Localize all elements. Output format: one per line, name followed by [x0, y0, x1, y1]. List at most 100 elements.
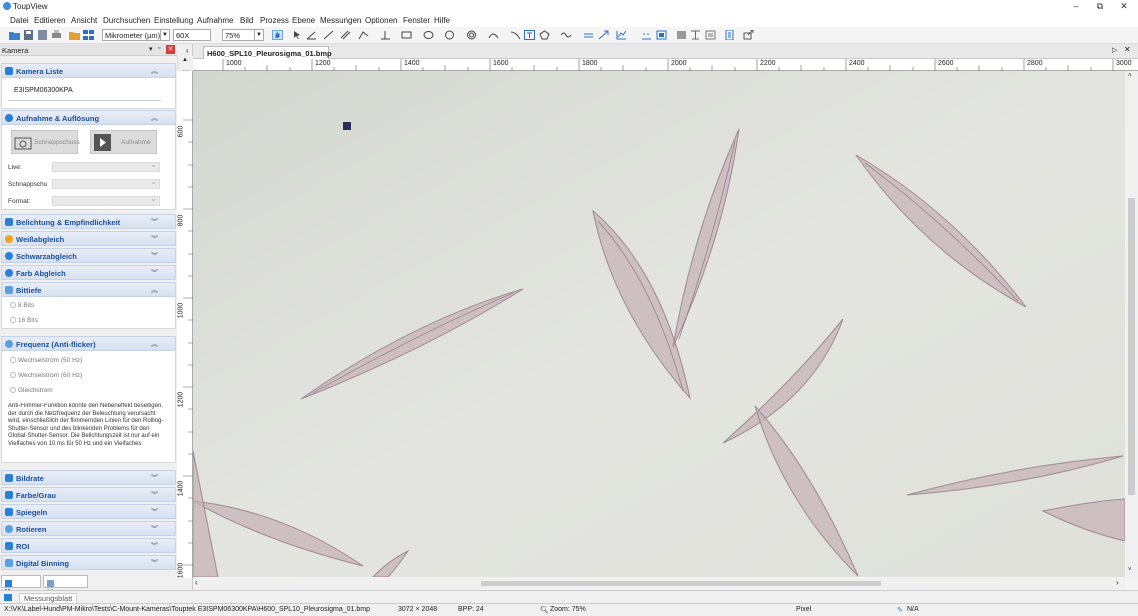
chevron-left-icon[interactable]: ‹: [186, 46, 189, 55]
format-label: Format:: [8, 198, 31, 205]
chevron-down-icon: ︾: [151, 526, 158, 533]
scale-bar-icon[interactable]: [583, 30, 594, 40]
section-color-balance[interactable]: Farb Abgleich ︾: [1, 265, 176, 280]
circle-icon[interactable]: [444, 30, 455, 40]
pan-hand-icon[interactable]: [272, 30, 283, 40]
close-button[interactable]: ✕: [1111, 0, 1137, 13]
section-mirror[interactable]: Spiegeln ︾: [1, 504, 176, 519]
radio-8bit[interactable]: 8 Bits: [10, 302, 34, 309]
section-frequency[interactable]: Frequenz (Anti-flicker) ︽: [1, 336, 176, 351]
section-roi[interactable]: ROI ︾: [1, 538, 176, 553]
canvas-vertical-scrollbar[interactable]: ˄ ˅: [1125, 71, 1138, 578]
scrollbar-thumb[interactable]: [1128, 198, 1135, 495]
live-resolution-select[interactable]: [52, 160, 160, 172]
tab-camera[interactable]: Kamera: [1, 575, 41, 596]
menu-fenster[interactable]: Fenster: [403, 16, 430, 25]
scroll-left-icon[interactable]: ‹: [195, 578, 198, 587]
menu-aufnahme[interactable]: Aufnahme: [197, 16, 233, 25]
menu-hilfe[interactable]: Hilfe: [434, 16, 450, 25]
maximize-button[interactable]: ⧉: [1087, 0, 1113, 13]
section-white-balance[interactable]: Weißabgleich ︾: [1, 231, 176, 246]
radio-60hz[interactable]: Wechselstrom (60 Hz): [10, 372, 82, 379]
snapshot-resolution-select[interactable]: [52, 177, 160, 189]
menu-ansicht[interactable]: Ansicht: [71, 16, 97, 25]
section-rotate[interactable]: Rotieren ︾: [1, 521, 176, 536]
binning-icon: [5, 559, 13, 567]
open-folder-icon[interactable]: [9, 30, 20, 40]
export-icon[interactable]: [743, 30, 754, 40]
browse-folder-icon[interactable]: [69, 30, 80, 40]
zoom-select[interactable]: 75% ▼: [222, 29, 264, 41]
close-panel-icon[interactable]: ✕: [166, 45, 175, 54]
angle-icon[interactable]: [306, 30, 317, 40]
curve-icon[interactable]: [510, 30, 521, 40]
camera-list-item[interactable]: E3ISPM06300KPA: [14, 87, 73, 94]
unit-select[interactable]: Mikrometer (µm) ▼: [102, 29, 170, 41]
calibration-icon[interactable]: [616, 30, 627, 40]
scroll-down-icon[interactable]: ˅: [1128, 567, 1132, 573]
menu-prozess[interactable]: Prozess: [260, 16, 289, 25]
section-exposure[interactable]: Belichtung & Empfindlichkeit ︾: [1, 214, 176, 229]
layer-icon[interactable]: [656, 30, 667, 40]
menu-einstellung[interactable]: Einstellung: [154, 16, 193, 25]
snapshot-button[interactable]: Schnappschuss: [11, 130, 80, 154]
measure-table-icon[interactable]: [641, 30, 652, 40]
tab-list-icon[interactable]: ▷: [1112, 46, 1117, 54]
section-framerate[interactable]: Bildrate ︾: [1, 470, 176, 485]
menu-optionen[interactable]: Optionen: [365, 16, 397, 25]
polyline-icon[interactable]: [358, 30, 369, 40]
list-icon[interactable]: [705, 30, 716, 40]
chevron-down-icon: ︾: [151, 236, 158, 243]
ellipse-icon[interactable]: [423, 30, 434, 40]
select-arrow-icon[interactable]: [292, 30, 303, 40]
pin-icon[interactable]: ▫: [158, 45, 160, 52]
close-document-icon[interactable]: ✕: [1124, 45, 1131, 54]
tab-measurement[interactable]: Messung: [43, 575, 88, 596]
perpendicular-icon[interactable]: [380, 30, 391, 40]
chevron-up-icon: ︽: [151, 68, 158, 75]
save-all-icon[interactable]: [37, 30, 48, 40]
menu-messungen[interactable]: Messungen: [320, 16, 361, 25]
section-capture[interactable]: Aufnahme & Auflösung ︽: [1, 110, 176, 125]
radio-dc[interactable]: Gleichstrom: [10, 387, 53, 394]
parallel-icon[interactable]: [340, 30, 351, 40]
menu-editieren[interactable]: Editieren: [34, 16, 66, 25]
canvas-horizontal-scrollbar[interactable]: ‹ ›: [193, 578, 1125, 589]
menu-durchsuchen[interactable]: Durchsuchen: [103, 16, 150, 25]
annulus-icon[interactable]: [466, 30, 477, 40]
magnification-select[interactable]: 60X: [173, 29, 211, 41]
merge-icon[interactable]: [676, 30, 687, 40]
line-icon[interactable]: [323, 30, 334, 40]
scrollbar-thumb[interactable]: [481, 581, 881, 586]
radio-50hz[interactable]: Wechselstrom (50 Hz): [10, 357, 82, 364]
radio-16bit[interactable]: 16 Bits: [10, 317, 38, 324]
align-icon[interactable]: [690, 30, 701, 40]
minimize-button[interactable]: –: [1063, 0, 1089, 13]
image-canvas[interactable]: [193, 71, 1125, 577]
scroll-up-icon[interactable]: ˄: [1128, 73, 1132, 79]
section-camera-list[interactable]: Kamera Liste ︽: [1, 63, 176, 78]
rectangle-icon[interactable]: [401, 30, 412, 40]
report-icon[interactable]: [724, 30, 735, 40]
tab-image-document[interactable]: H600_SPL10_Pleurosigma_01.bmp: [203, 46, 332, 59]
grid-view-icon[interactable]: [83, 30, 94, 40]
scroll-right-icon[interactable]: ›: [1116, 578, 1119, 587]
format-select[interactable]: [52, 194, 160, 206]
menu-bild[interactable]: Bild: [240, 16, 253, 25]
polygon-icon[interactable]: [539, 30, 550, 40]
arrow-icon[interactable]: [598, 30, 609, 40]
menu-datei[interactable]: Datei: [10, 16, 29, 25]
menu-ebene[interactable]: Ebene: [292, 16, 315, 25]
chevron-down-icon[interactable]: ▾: [149, 45, 153, 53]
text-icon[interactable]: [524, 30, 535, 40]
scroll-up-icon[interactable]: ▲: [182, 57, 188, 63]
section-bit-depth[interactable]: Bittiefe ︽: [1, 282, 176, 297]
print-icon[interactable]: [51, 30, 62, 40]
save-icon[interactable]: [23, 30, 34, 40]
arc-icon[interactable]: [488, 30, 499, 40]
wave-icon[interactable]: [561, 30, 572, 40]
section-binning[interactable]: Digital Binning ︾: [1, 555, 176, 570]
section-black-balance[interactable]: Schwarzabgleich ︾: [1, 248, 176, 263]
section-color-gray[interactable]: Farbe/Grau ︾: [1, 487, 176, 502]
record-button[interactable]: Aufnahme: [90, 130, 157, 154]
